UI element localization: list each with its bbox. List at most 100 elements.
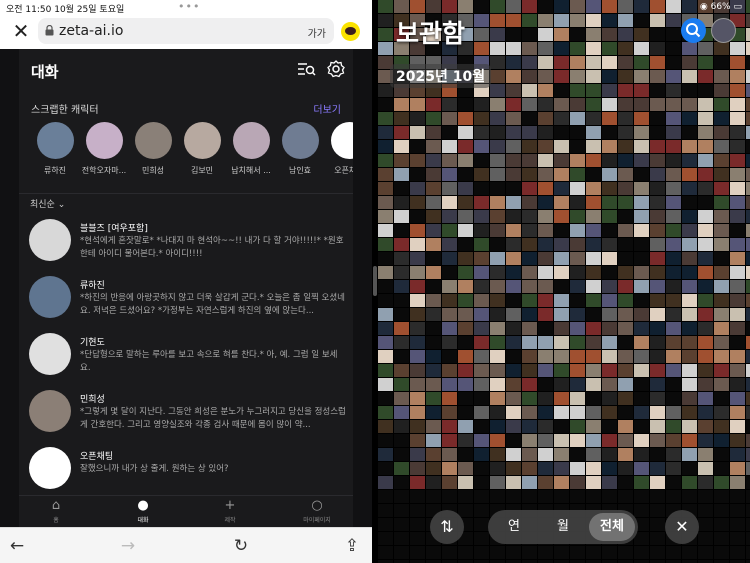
segment-0[interactable]: 연 — [491, 513, 537, 541]
photo-thumbnail — [602, 154, 617, 167]
photo-thumbnail — [682, 336, 697, 349]
address-field[interactable]: zeta-ai.io 가가 — [38, 18, 334, 44]
photo-thumbnail — [554, 252, 569, 265]
photo-thumbnail — [570, 378, 585, 391]
photo-thumbnail — [442, 98, 457, 111]
photo-thumbnail — [394, 378, 409, 391]
photo-thumbnail — [682, 0, 697, 13]
photo-thumbnail — [746, 280, 750, 293]
photo-thumbnail — [378, 462, 393, 475]
photo-thumbnail — [650, 252, 665, 265]
photo-thumbnail — [554, 476, 569, 489]
sort-dropdown[interactable]: 최신순 ⌄ — [30, 197, 65, 210]
text-size-button[interactable]: 가가 — [308, 25, 326, 40]
scrap-character-item[interactable]: 김보민 — [178, 122, 226, 176]
photo-thumbnail — [474, 140, 489, 153]
photo-thumbnail — [730, 350, 745, 363]
photo-thumbnail — [394, 126, 409, 139]
kakao-chat-icon[interactable] — [341, 22, 360, 41]
photo-thumbnail — [506, 140, 521, 153]
photo-thumbnail — [586, 476, 601, 489]
photo-thumbnail — [378, 406, 393, 419]
segment-2[interactable]: 전체 — [589, 513, 635, 541]
scrap-character-item[interactable]: 류하진 — [31, 122, 79, 176]
photo-thumbnail — [474, 308, 489, 321]
search-list-icon[interactable] — [296, 59, 316, 79]
photo-thumbnail — [522, 14, 537, 27]
tab-chat[interactable]: ● 대화 — [108, 499, 178, 525]
photo-thumbnail — [490, 378, 505, 391]
search-button[interactable] — [681, 18, 706, 43]
photo-thumbnail — [506, 28, 521, 41]
multitask-dots-icon[interactable]: ••• — [178, 0, 200, 13]
more-link[interactable]: 더보기 — [313, 101, 341, 116]
split-grip[interactable] — [373, 266, 377, 296]
photo-thumbnail — [474, 462, 489, 475]
photo-thumbnail — [570, 294, 585, 307]
scrap-character-item[interactable]: 납치해서 ... — [227, 122, 275, 176]
photo-thumbnail — [378, 266, 393, 279]
photo-thumbnail — [378, 14, 393, 27]
photo-thumbnail — [586, 364, 601, 377]
photo-thumbnail — [554, 308, 569, 321]
photo-thumbnail — [602, 112, 617, 125]
forward-arrow-icon[interactable]: → — [118, 536, 138, 556]
chat-list-item[interactable]: 오픈채팅 잘했으니까 내가 상 줄게. 원하는 상 있어? — [29, 447, 349, 502]
photo-thumbnail — [458, 406, 473, 419]
close-icon[interactable]: ✕ — [11, 21, 31, 41]
photo-thumbnail — [378, 238, 393, 251]
photo-thumbnail — [634, 168, 649, 181]
sort-arrows-icon[interactable]: ⇅ — [430, 510, 464, 544]
url-bar: ✕ zeta-ai.io 가가 — [0, 14, 372, 49]
photo-thumbnail — [426, 294, 441, 307]
photo-thumbnail — [618, 28, 633, 41]
browser-pane: 오전 11:50 10월 25일 토요일 ••• ✕ zeta-ai.io 가가… — [0, 0, 372, 563]
share-icon[interactable]: ⇪ — [342, 536, 362, 556]
photo-thumbnail — [570, 210, 585, 223]
photo-thumbnail — [602, 420, 617, 433]
photo-thumbnail — [602, 70, 617, 83]
segment-1[interactable]: 월 — [540, 513, 586, 541]
scrap-character-item[interactable]: 남인효 — [276, 122, 324, 176]
chat-list-item[interactable]: 류하진 *하진의 반응에 아랑곳하지 않고 더욱 살갑게 군다.* 오늘은 좀 일… — [29, 276, 349, 331]
photo-thumbnail — [666, 42, 681, 55]
photo-thumbnail — [714, 294, 729, 307]
photo-thumbnail — [650, 434, 665, 447]
reload-icon[interactable]: ↻ — [231, 536, 251, 556]
profile-avatar[interactable] — [711, 18, 736, 43]
photo-thumbnail — [746, 266, 750, 279]
close-icon[interactable]: ✕ — [665, 510, 699, 544]
photo-thumbnail — [634, 210, 649, 223]
photo-thumbnail — [698, 336, 713, 349]
photo-thumbnail — [602, 448, 617, 461]
photo-thumbnail — [378, 210, 393, 223]
scrap-character-item[interactable]: 전학오자마... — [80, 122, 128, 176]
photo-thumbnail — [474, 112, 489, 125]
photo-thumbnail — [490, 322, 505, 335]
tab-home[interactable]: ⌂ 홈 — [21, 499, 91, 525]
chat-list-item[interactable]: 민희성 *그렇게 몇 달이 지난다. 그동안 희성은 분노가 누그러지고 당신을 … — [29, 390, 349, 445]
photo-thumbnail — [378, 378, 393, 391]
back-arrow-icon[interactable]: ← — [7, 536, 27, 556]
scrap-character-item[interactable]: 민희성 — [129, 122, 177, 176]
chat-preview: *하진의 반응에 아랑곳하지 않고 더욱 살갑게 군다.* 오늘은 좀 일찍 오… — [80, 293, 346, 316]
photo-thumbnail — [474, 266, 489, 279]
photo-thumbnail — [426, 434, 441, 447]
photo-thumbnail — [714, 266, 729, 279]
photo-thumbnail — [378, 294, 393, 307]
gear-icon[interactable] — [326, 59, 346, 79]
photo-thumbnail — [746, 154, 750, 167]
chat-list-item[interactable]: 블블즈 [여우포함] *현석에게 혼잣말로* *나대지 마 현석아~~!! 내가 … — [29, 219, 349, 274]
photo-thumbnail — [602, 434, 617, 447]
scrap-character-item[interactable]: 오픈채팅 — [325, 122, 353, 176]
tab-mypage[interactable]: ○ 마이페이지 — [282, 499, 352, 525]
tab-create[interactable]: + 제작 — [195, 499, 265, 525]
photo-thumbnail — [426, 490, 441, 503]
photo-thumbnail — [746, 378, 750, 391]
photo-thumbnail — [506, 322, 521, 335]
photo-thumbnail — [730, 392, 745, 405]
chat-list-item[interactable]: 기현도 *단답형으로 말하는 루아를 보고 속으로 혀를 찬다.* 아, 예. 그… — [29, 333, 349, 388]
photo-thumbnail — [730, 210, 745, 223]
photo-thumbnail — [618, 252, 633, 265]
photo-thumbnail — [554, 224, 569, 237]
